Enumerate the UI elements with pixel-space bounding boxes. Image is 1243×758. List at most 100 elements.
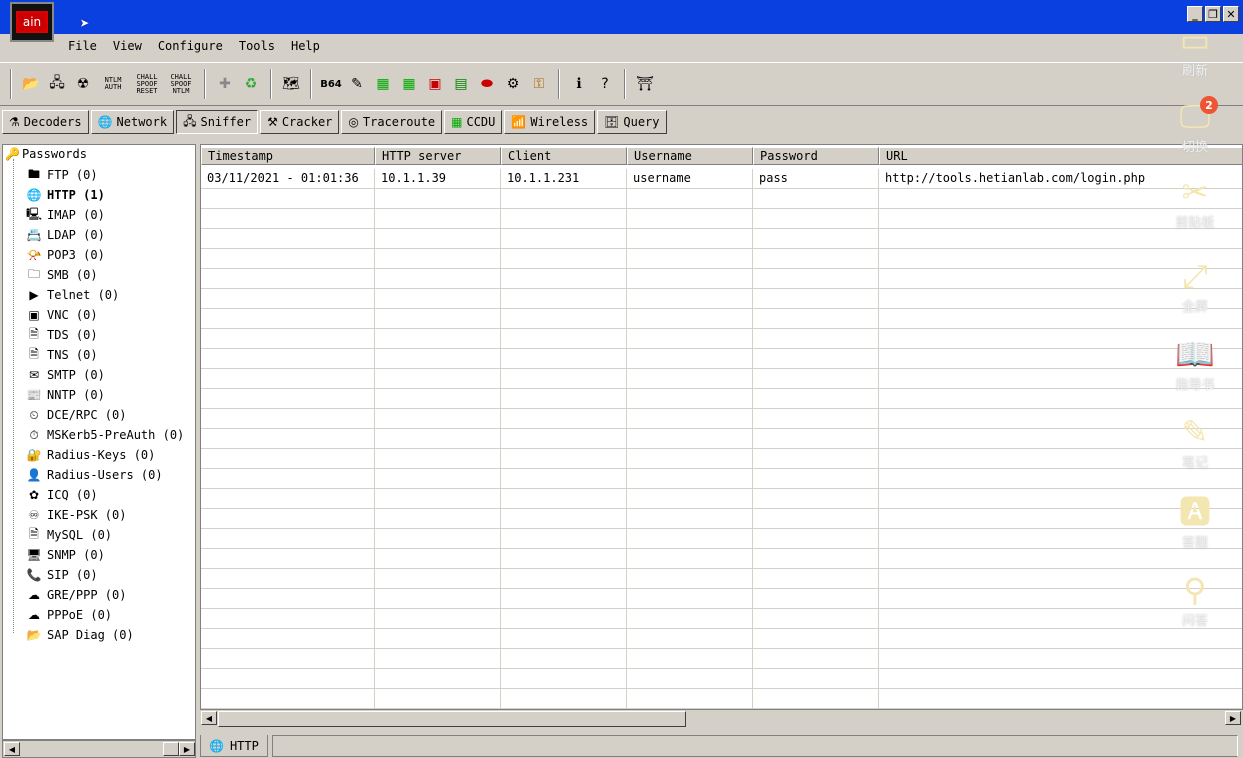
table-row — [201, 349, 1242, 369]
table-cell — [753, 249, 879, 269]
tree-item[interactable]: 🔐 Radius-Keys (0) — [25, 445, 156, 465]
chall-spoof-reset-button[interactable]: CHALL SPOOF RESET — [132, 73, 162, 95]
table-cell — [753, 649, 879, 669]
tree-item[interactable]: 🖿 FTP (0) — [25, 165, 98, 185]
table-row[interactable]: 03/11/2021 - 01:01:36 10.1.1.39 10.1.1.231… — [201, 169, 1242, 189]
scroll-left-icon[interactable]: ◀ — [4, 742, 20, 756]
tree-item[interactable]: 🗎 MySQL (0) — [25, 525, 112, 545]
tree-horizontal-scrollbar[interactable]: ◀ ▶ — [2, 740, 196, 758]
key-icon[interactable]: ⚿ — [528, 73, 550, 95]
help-icon[interactable]: ? — [594, 73, 616, 95]
column-header-username[interactable]: Username — [627, 147, 753, 165]
tree-item[interactable]: ☁ GRE/PPP (0) — [25, 585, 126, 605]
route-icon[interactable]: 🗺 — [280, 73, 302, 95]
info-icon[interactable]: ℹ — [568, 73, 590, 95]
qa-button[interactable]: ⚲ 问答 — [1150, 570, 1240, 629]
fullscreen-button[interactable]: ⤢ 全屏 — [1150, 256, 1240, 315]
answer-button[interactable]: 🅰 答题 — [1150, 492, 1240, 551]
answer-icon: 🅰 — [1178, 493, 1211, 531]
table-cell — [753, 569, 879, 589]
menu-tools[interactable]: Tools — [231, 36, 283, 58]
tab-traceroute[interactable]: ◎ Traceroute — [341, 110, 443, 134]
exit-icon[interactable]: ⛩ — [634, 73, 656, 95]
radiation-icon[interactable]: ☢ — [72, 73, 94, 95]
tree-item[interactable]: 🖥 SNMP (0) — [25, 545, 104, 565]
tree-item[interactable]: ⏱ MSKerb5-PreAuth (0) — [25, 425, 184, 445]
menu-file[interactable]: File — [60, 36, 105, 58]
sniffer-icon: 🖧 — [183, 113, 197, 128]
tree-item[interactable]: 📇 LDAP (0) — [25, 225, 105, 245]
table-horizontal-scrollbar[interactable]: ◀ ▶ — [200, 710, 1243, 728]
table-row — [201, 389, 1242, 409]
refresh-button[interactable]: ▭ 刷新 — [1150, 20, 1240, 79]
certificate-icon[interactable]: ⚙ — [502, 73, 524, 95]
tab-decoders[interactable]: ⚗ Decoders — [2, 110, 89, 134]
tree-item[interactable]: 🗀 SMB (0) — [25, 265, 98, 285]
tab-http[interactable]: 🌐 HTTP — [200, 735, 268, 757]
clipboard-button[interactable]: ✂ 剪贴板 — [1150, 172, 1240, 231]
scroll-thumb[interactable] — [163, 742, 179, 756]
tab-cracker[interactable]: ⚒ Cracker — [260, 110, 340, 134]
tree-item[interactable]: ▶ Telnet (0) — [25, 285, 119, 305]
tree-item[interactable]: 🗎 TNS (0) — [25, 345, 97, 365]
table-row — [201, 669, 1242, 689]
fullscreen-label: 全屏 — [1181, 300, 1208, 315]
tree-item[interactable]: ✿ ICQ (0) — [25, 485, 98, 505]
tree-item[interactable]: 🌐 HTTP (1) — [25, 185, 105, 205]
table-cell — [375, 529, 501, 549]
tree-item[interactable]: 📞 SIP (0) — [25, 565, 98, 585]
add-icon[interactable]: ✚ — [214, 73, 236, 95]
tree-item[interactable]: ⏲ DCE/RPC (0) — [25, 405, 126, 425]
menu-view[interactable]: View — [105, 36, 150, 58]
tree-item[interactable]: 🗎 TDS (0) — [25, 325, 98, 345]
tree-item[interactable]: 📂 SAP Diag (0) — [25, 625, 134, 645]
tree-item[interactable]: 🖳 IMAP (0) — [25, 205, 105, 225]
scroll-left-icon[interactable]: ◀ — [201, 711, 217, 725]
tree-item[interactable]: 📯 POP3 (0) — [25, 245, 105, 265]
table-cell — [501, 589, 627, 609]
column-header-password[interactable]: Password — [753, 147, 879, 165]
tree-item[interactable]: 📰 NNTP (0) — [25, 385, 105, 405]
ntlm-auth-button[interactable]: NTLM AUTH — [98, 73, 128, 95]
tree-item[interactable]: ☁ PPPoE (0) — [25, 605, 112, 625]
tab-network[interactable]: 🌐 Network — [90, 110, 175, 134]
tab-query[interactable]: 🗄 Query — [597, 110, 667, 134]
monitor-green-icon[interactable]: ▦ — [372, 73, 394, 95]
menu-configure[interactable]: Configure — [150, 36, 231, 58]
vnc-icon[interactable]: ▣ — [424, 73, 446, 95]
scroll-right-icon[interactable]: ▶ — [1225, 711, 1241, 725]
scroll-thumb[interactable] — [218, 711, 686, 727]
tree-root[interactable]: 🔑 Passwords — [5, 147, 87, 161]
open-folder-icon[interactable]: 📂 — [20, 73, 42, 95]
switch-button[interactable]: 🖵 2 切换 — [1150, 96, 1240, 155]
qa-icon: ⚲ — [1183, 571, 1207, 609]
tab-ccdu[interactable]: ▦ CCDU — [444, 110, 503, 134]
chall-spoof-ntlm-button[interactable]: CHALL SPOOF NTLM — [166, 73, 196, 95]
calculator-icon[interactable]: ▤ — [450, 73, 472, 95]
menu-help[interactable]: Help — [283, 36, 328, 58]
tree-item[interactable]: 👤 Radius-Users (0) — [25, 465, 163, 485]
tab-sniffer[interactable]: 🖧 Sniffer — [176, 110, 259, 134]
column-header-http-server[interactable]: HTTP server — [375, 147, 501, 165]
record-icon[interactable]: ⬬ — [476, 73, 498, 95]
switch-label: 切换 — [1181, 140, 1208, 155]
wizard-icon[interactable]: ✎ — [346, 73, 368, 95]
table-row — [201, 209, 1242, 229]
column-header-timestamp[interactable]: Timestamp — [201, 147, 375, 165]
tab-wireless[interactable]: 📶 Wireless — [504, 110, 596, 134]
tab-http-label: HTTP — [229, 738, 259, 753]
tree-item-label: TDS (0) — [47, 328, 98, 342]
monitor-mpr-icon[interactable]: ▦ — [398, 73, 420, 95]
tree-item[interactable]: ✉ SMTP (0) — [25, 365, 105, 385]
base64-button[interactable]: B64 — [320, 73, 342, 95]
table-cell — [501, 689, 627, 709]
notes-button[interactable]: ✎ 笔记 — [1150, 412, 1240, 471]
tree-item[interactable]: ▣ VNC (0) — [25, 305, 97, 325]
recycle-icon[interactable]: ♻ — [240, 73, 262, 95]
scroll-right-icon[interactable]: ▶ — [179, 742, 195, 756]
column-header-client[interactable]: Client — [501, 147, 627, 165]
table-cell — [501, 369, 627, 389]
network-adapter-icon[interactable]: 🖧 — [46, 73, 68, 95]
guide-button[interactable]: 📖 指导书 — [1150, 334, 1240, 393]
tree-item[interactable]: ♾ IKE-PSK (0) — [25, 505, 127, 525]
